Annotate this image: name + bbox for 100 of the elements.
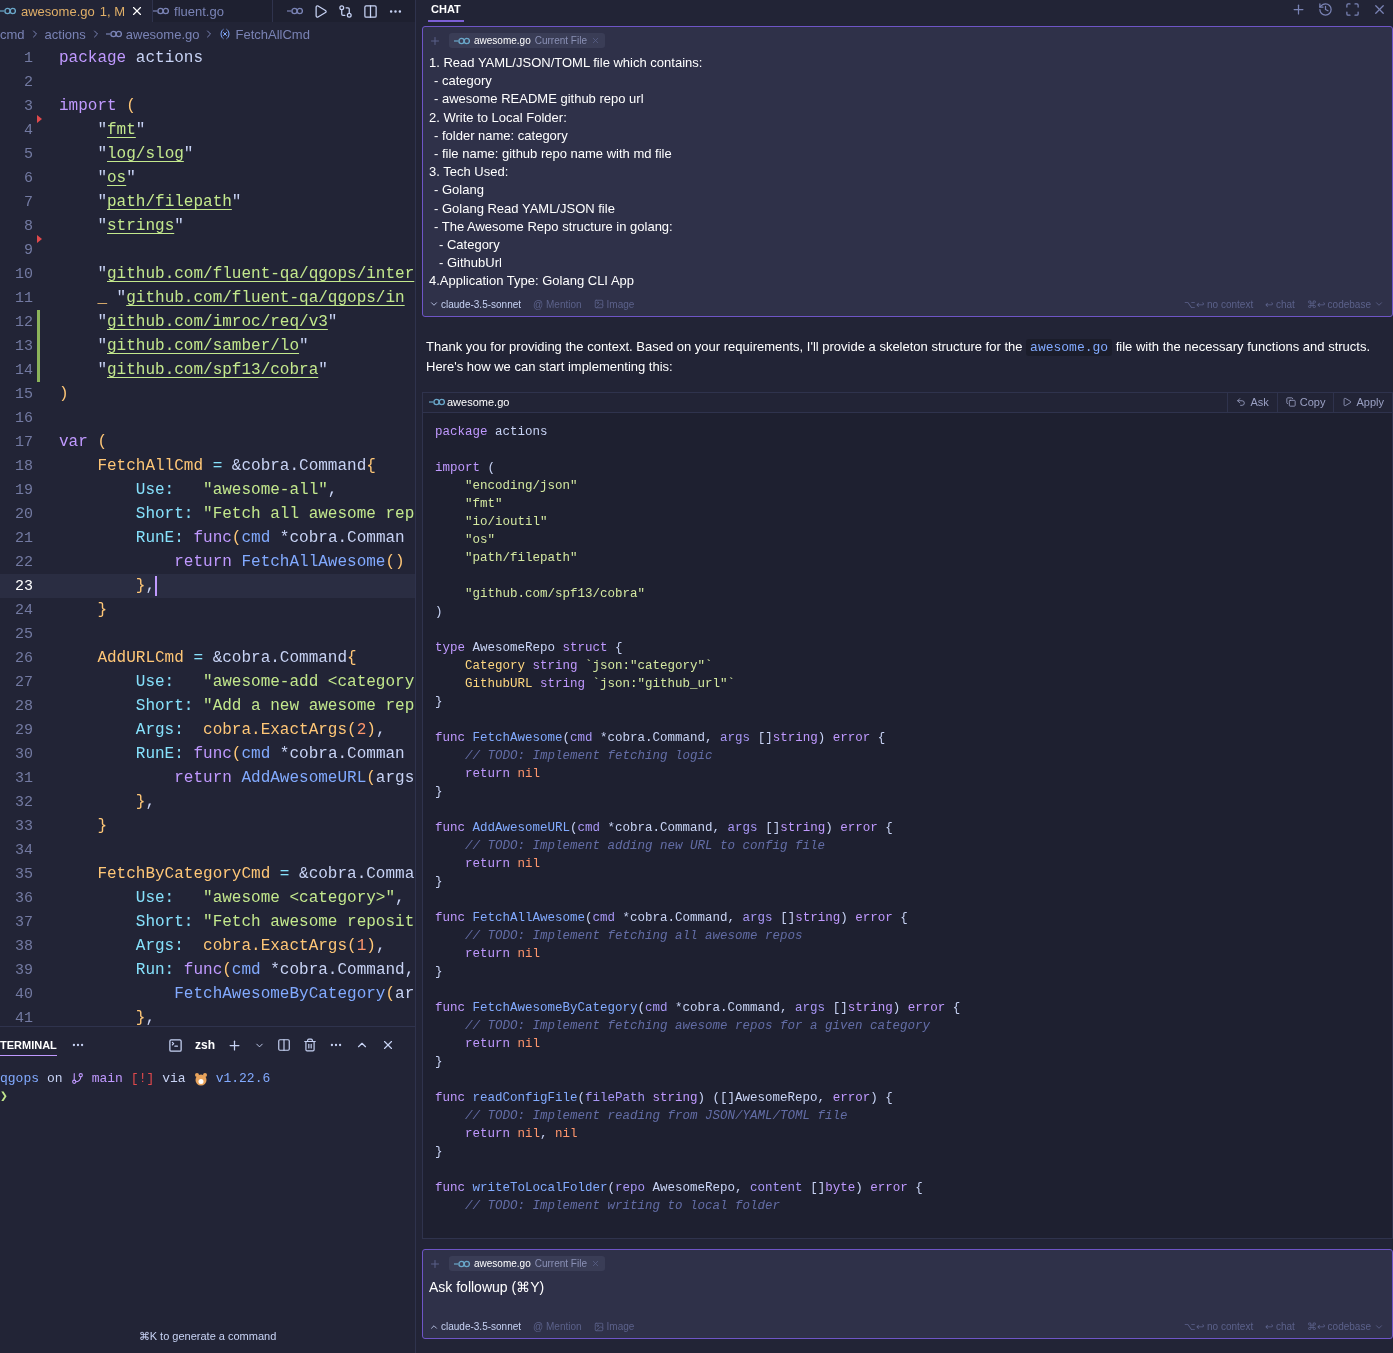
- go-icon: [105, 30, 122, 38]
- code-line: "github.com/imroc/req/v3": [96, 313, 338, 331]
- prompt-text: on: [47, 1071, 63, 1086]
- line-number: 3: [23, 97, 33, 115]
- prompt-symbol: ❯: [0, 1088, 8, 1104]
- line-number: 30: [14, 745, 33, 763]
- code-line: "github.com/spf13/cobra": [96, 361, 328, 379]
- line-number: 36: [14, 889, 33, 907]
- editor-tab[interactable]: awesome.go 1, M: [0, 0, 153, 22]
- code-line: GithubURL string `json:"github_url"`: [464, 675, 737, 693]
- panel-tab[interactable]: TERMINAL: [0, 1034, 57, 1056]
- message-line: - GithubUrl: [438, 254, 503, 273]
- undo-arrow-icon: [1236, 397, 1247, 408]
- new-chat-icon[interactable]: [1291, 2, 1306, 17]
- line-number: 41: [14, 1009, 33, 1026]
- followup-box[interactable]: awesome.go Current File Ask followup (⌘Y) claude-3.5-sonnet @ Mention Image ⌥↩ no context ↩ chat ⌘↩ codebase: [422, 1249, 1393, 1339]
- code-line: },: [134, 577, 156, 595]
- code-line: }: [435, 693, 444, 711]
- submit-option[interactable]: ⌘↩ codebase: [1306, 1321, 1384, 1332]
- line-number: 10: [14, 265, 33, 283]
- panel-tab[interactable]: CHAT: [428, 0, 464, 22]
- maximize-icon[interactable]: [1345, 2, 1360, 17]
- breadcrumb-item[interactable]: FetchAllCmd: [235, 26, 310, 42]
- code-line: "github.com/spf13/cobra": [464, 585, 647, 603]
- mention-button[interactable]: @ Mention: [533, 1321, 582, 1332]
- code-line: package actions: [59, 49, 204, 67]
- code-line: }: [435, 873, 444, 891]
- code-line: ): [59, 385, 69, 403]
- shell-name[interactable]: zsh: [195, 1038, 215, 1052]
- terminal-icon: [168, 1037, 183, 1053]
- line-number: 14: [14, 361, 33, 379]
- context-chip[interactable]: awesome.go Current File: [449, 33, 605, 48]
- mention-button[interactable]: @ Mention: [533, 298, 582, 310]
- close-icon[interactable]: [381, 1038, 395, 1052]
- code-line: },: [134, 1009, 156, 1026]
- compare-icon[interactable]: [338, 3, 353, 19]
- code-action-button[interactable]: Ask: [1227, 392, 1277, 413]
- code-line: func FetchAwesomeByCategory(cmd *cobra.Command, args []string) error {: [435, 999, 962, 1017]
- code-action-button[interactable]: Copy: [1276, 392, 1334, 413]
- prompt-directory: qgops: [0, 1071, 39, 1086]
- submit-option[interactable]: ⌥↩ no context: [1184, 1321, 1254, 1332]
- code-line: // TODO: Implement fetching all awesome repos: [464, 927, 804, 945]
- line-number: 32: [14, 793, 33, 811]
- line-number: 28: [14, 697, 33, 715]
- breadcrumb-item[interactable]: cmd: [0, 26, 25, 42]
- image-button[interactable]: Image: [593, 1321, 635, 1332]
- variable-icon: [219, 28, 232, 40]
- split-editor-icon[interactable]: [363, 3, 378, 19]
- go-icon: [287, 7, 303, 15]
- line-number: 17: [14, 433, 33, 451]
- code-line: "path/filepath": [96, 193, 242, 211]
- breadcrumb-item[interactable]: awesome.go: [125, 26, 200, 42]
- line-number: 39: [14, 961, 33, 979]
- line-number: 21: [14, 529, 33, 547]
- line-number: 29: [14, 721, 33, 739]
- run-icon[interactable]: [313, 3, 328, 19]
- close-icon[interactable]: [1372, 2, 1387, 17]
- code-line: func FetchAllAwesome(cmd *cobra.Command, args []string) error {: [435, 909, 909, 927]
- line-number: 12: [14, 313, 33, 331]
- code-line: import (: [435, 459, 497, 477]
- message-line: 1. Read YAML/JSON/TOML file which contains:: [429, 54, 704, 72]
- submit-option[interactable]: ⌥↩ no context: [1184, 298, 1254, 310]
- code-line: "fmt": [96, 121, 146, 139]
- editor-tab[interactable]: fluent.go: [153, 0, 273, 22]
- context-chip[interactable]: awesome.go Current File: [449, 1256, 605, 1271]
- code-line: "path/filepath": [464, 549, 579, 567]
- submit-option[interactable]: ↩ chat: [1265, 1321, 1295, 1332]
- code-line: return nil: [464, 765, 542, 783]
- prompt-status: [!]: [130, 1071, 155, 1086]
- line-number: 15: [14, 385, 33, 403]
- prompt-branch: main: [91, 1071, 123, 1086]
- history-icon[interactable]: [1318, 2, 1333, 17]
- new-terminal-icon[interactable]: [227, 1037, 242, 1053]
- trash-icon[interactable]: [303, 1038, 317, 1052]
- model-selector[interactable]: claude-3.5-sonnet: [429, 1321, 522, 1332]
- code-line: }: [435, 1053, 444, 1071]
- line-number: 6: [23, 169, 33, 187]
- code-line: FetchByCategoryCmd = &cobra.Comma: [96, 865, 415, 883]
- code-line: }: [96, 817, 107, 835]
- breadcrumb-item[interactable]: actions: [44, 26, 86, 42]
- code-action-button[interactable]: Apply: [1333, 392, 1392, 413]
- model-selector[interactable]: claude-3.5-sonnet: [429, 298, 522, 310]
- submit-option[interactable]: ↩ chat: [1265, 298, 1295, 310]
- code-line: }: [435, 963, 444, 981]
- prompt-text: via: [162, 1071, 186, 1086]
- line-number: 31: [14, 769, 33, 787]
- code-line: }: [435, 1143, 444, 1161]
- line-number: 25: [14, 625, 33, 643]
- code-line: return nil: [464, 1035, 542, 1053]
- followup-input[interactable]: Ask followup (⌘Y): [429, 1279, 1384, 1313]
- close-tab-icon[interactable]: [130, 4, 144, 18]
- submit-option[interactable]: ⌘↩ codebase: [1306, 298, 1384, 310]
- split-terminal-icon[interactable]: [277, 1038, 291, 1052]
- code-line: "os": [464, 531, 496, 549]
- go-icon: [153, 7, 169, 15]
- deleted-line-marker: [37, 115, 42, 123]
- line-number: 22: [14, 553, 33, 571]
- code-line: "log/slog": [96, 145, 194, 163]
- code-line: Category string `json:"category"`: [464, 657, 714, 675]
- image-button[interactable]: Image: [593, 298, 635, 310]
